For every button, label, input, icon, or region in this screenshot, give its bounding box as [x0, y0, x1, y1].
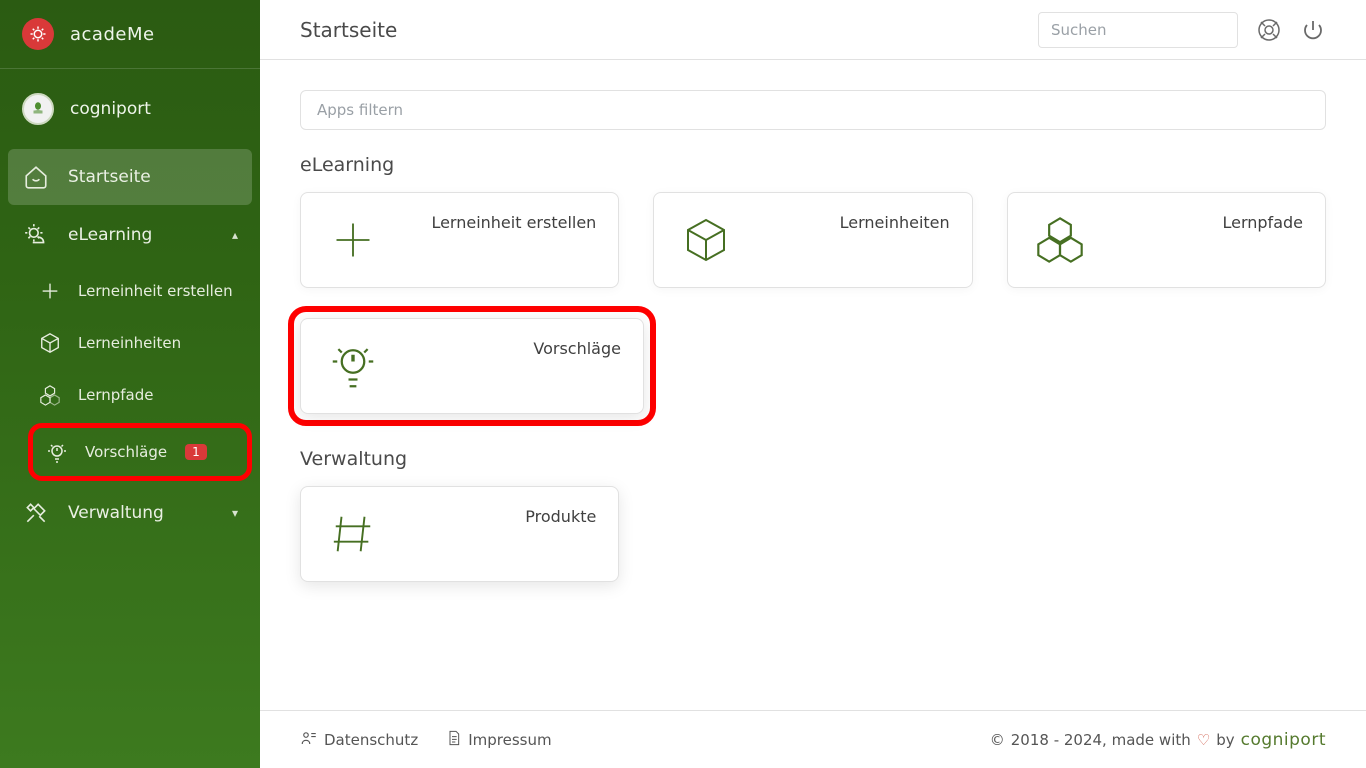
admin-cards-row: Produkte	[300, 486, 1326, 582]
sidebar-subitem-label: Lerneinheit erstellen	[78, 282, 233, 300]
card-label: Lerneinheit erstellen	[397, 213, 596, 232]
card-suggestions[interactable]: Vorschläge	[300, 318, 644, 414]
brand-name: acadeMe	[70, 24, 155, 45]
footer-link-privacy[interactable]: Datenschutz	[300, 729, 418, 751]
document-icon	[446, 730, 462, 750]
lightbulb-icon	[323, 336, 383, 396]
highlight-sidebar-suggestions: Vorschläge 1	[28, 423, 252, 481]
sidebar-item-label: eLearning	[68, 225, 152, 245]
main-area: Startseite eLearning Lerneinheit erstell…	[260, 0, 1366, 768]
sidebar-item-elearning[interactable]: eLearning ▴	[8, 207, 252, 263]
section-title-admin: Verwaltung	[300, 448, 1326, 470]
cubes-icon	[1030, 210, 1090, 270]
highlight-card-suggestions: Vorschläge	[288, 306, 656, 426]
sidebar-subitem-label: Lerneinheiten	[78, 334, 181, 352]
sidebar-subitem-create-unit[interactable]: Lerneinheit erstellen	[28, 265, 252, 317]
sidebar-elearning-submenu: Lerneinheit erstellen Lerneinheiten Lern…	[8, 265, 252, 483]
plus-icon	[323, 210, 383, 270]
page-title: Startseite	[300, 18, 397, 42]
sidebar-nav: Startseite eLearning ▴ Lerneinheit erste…	[0, 149, 260, 541]
topbar: Startseite	[260, 0, 1366, 60]
card-units[interactable]: Lerneinheiten	[653, 192, 972, 288]
footer-copyright: © 2018 - 2024, made with ♡ by cogniport	[990, 730, 1326, 750]
cube-icon	[36, 329, 64, 357]
heart-icon: ♡	[1197, 731, 1210, 749]
card-paths[interactable]: Lernpfade	[1007, 192, 1326, 288]
card-label: Lernpfade	[1104, 213, 1303, 232]
card-create-unit[interactable]: Lerneinheit erstellen	[300, 192, 619, 288]
footer-link-label: Datenschutz	[324, 731, 418, 749]
help-icon[interactable]	[1256, 17, 1282, 43]
card-products[interactable]: Produkte	[300, 486, 619, 582]
sidebar-item-admin[interactable]: Verwaltung ▾	[8, 485, 252, 541]
footer-company: cogniport	[1241, 730, 1326, 750]
footer-link-imprint[interactable]: Impressum	[446, 730, 551, 750]
sidebar-subitem-paths[interactable]: Lernpfade	[28, 369, 252, 421]
search-input[interactable]	[1038, 12, 1238, 48]
footer: Datenschutz Impressum © 2018 - 2024, mad…	[260, 710, 1366, 768]
sidebar-item-label: Verwaltung	[68, 503, 164, 523]
suggestions-badge: 1	[185, 444, 207, 460]
lightbulb-icon	[43, 438, 71, 466]
chevron-up-icon: ▴	[232, 228, 238, 242]
tenant[interactable]: cogniport	[0, 69, 260, 149]
brain-gear-icon	[22, 221, 50, 249]
elearning-cards-row: Lerneinheit erstellen Lerneinheiten Lern…	[300, 192, 1326, 288]
sidebar-subitem-label: Vorschläge	[85, 443, 167, 461]
apps-filter-input[interactable]	[300, 90, 1326, 130]
sidebar-item-home[interactable]: Startseite	[8, 149, 252, 205]
sidebar-item-label: Startseite	[68, 167, 151, 187]
power-icon[interactable]	[1300, 17, 1326, 43]
sidebar: acadeMe cogniport Startseite eLearning ▴	[0, 0, 260, 768]
sidebar-subitem-label: Lernpfade	[78, 386, 153, 404]
sidebar-subitem-suggestions[interactable]: Vorschläge 1	[35, 430, 245, 474]
cubes-icon	[36, 381, 64, 409]
plus-icon	[36, 277, 64, 305]
chevron-down-icon: ▾	[232, 506, 238, 520]
tenant-name: cogniport	[70, 99, 151, 119]
tools-icon	[22, 499, 50, 527]
brand-logo-icon	[22, 18, 54, 50]
brand[interactable]: acadeMe	[0, 0, 260, 69]
hash-icon	[323, 504, 383, 564]
copyright-icon: ©	[990, 731, 1005, 749]
content: eLearning Lerneinheit erstellen Lerneinh…	[260, 60, 1366, 710]
footer-link-label: Impressum	[468, 731, 551, 749]
sidebar-subitem-units[interactable]: Lerneinheiten	[28, 317, 252, 369]
card-label: Produkte	[397, 507, 596, 526]
card-label: Lerneinheiten	[750, 213, 949, 232]
home-icon	[22, 163, 50, 191]
tenant-logo-icon	[22, 93, 54, 125]
section-title-elearning: eLearning	[300, 154, 1326, 176]
cube-icon	[676, 210, 736, 270]
privacy-icon	[300, 729, 318, 751]
card-label: Vorschläge	[397, 339, 621, 358]
